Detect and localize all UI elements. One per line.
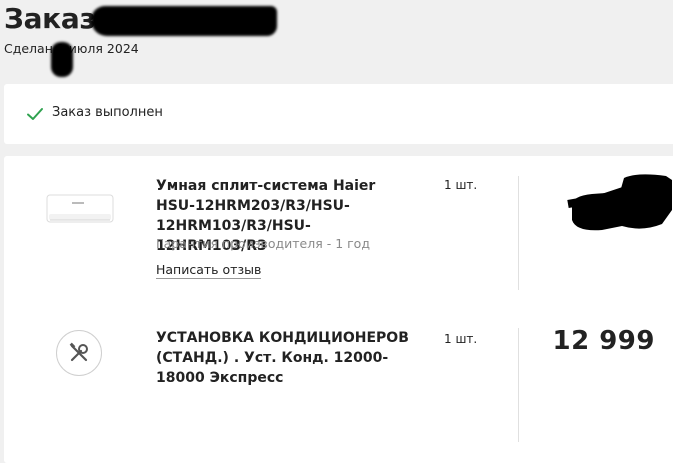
item-1-divider xyxy=(518,176,519,290)
write-review-link[interactable]: Написать отзыв xyxy=(156,262,262,279)
item-1-warranty: Гарантия производителя - 1 год xyxy=(156,236,370,251)
tools-icon xyxy=(56,330,102,376)
item-2-divider xyxy=(518,328,519,442)
item-2-price: 12 999 xyxy=(552,326,655,356)
page-title: Заказ xyxy=(4,2,96,35)
order-items-card: Умная сплит-система Haier HSU-12HRM203/R… xyxy=(4,156,673,463)
item-2-quantity: 1 шт. xyxy=(444,332,478,346)
item-2-title[interactable]: УСТАНОВКА КОНДИЦИОНЕРОВ (СТАНД.) . Уст. … xyxy=(156,328,426,388)
order-status-text: Заказ выполнен xyxy=(52,105,163,120)
price-redaction xyxy=(562,168,673,240)
air-conditioner-image[interactable] xyxy=(46,194,114,224)
order-status-card: Заказ выполнен xyxy=(4,84,673,144)
date-redaction xyxy=(51,42,73,77)
order-number-redaction xyxy=(91,6,277,36)
item-1-quantity: 1 шт. xyxy=(444,178,478,192)
check-icon xyxy=(26,105,44,123)
